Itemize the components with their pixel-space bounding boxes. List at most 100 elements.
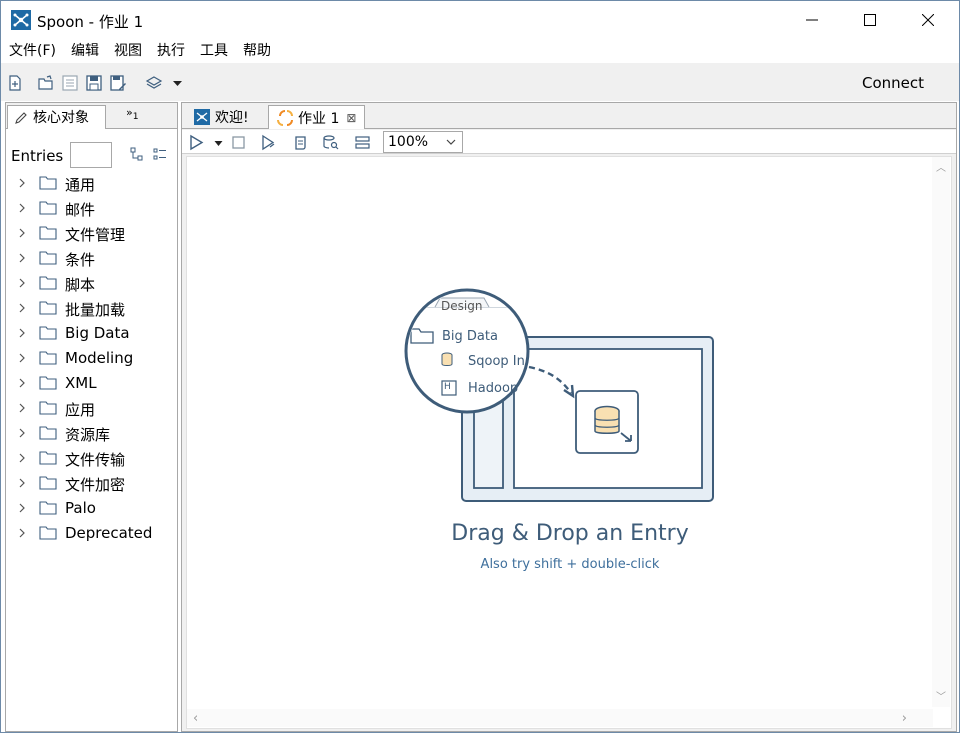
tree-item-xml[interactable]: XML [6,371,177,396]
run-icon[interactable] [188,134,205,151]
stop-icon[interactable] [230,134,247,151]
menu-tools[interactable]: 工具 [192,39,235,63]
left-panel: 核心对象 »1 Entries 通用 邮件 文件管理 条件 脚本 批量加载 Bi… [5,102,178,732]
chevron-right-icon[interactable] [16,377,28,389]
tab-welcome[interactable]: 欢迎! [186,105,257,129]
run-options-dropdown-icon[interactable] [210,134,223,151]
chevron-right-icon[interactable] [16,277,28,289]
tree-item-utility[interactable]: 应用 [6,396,177,421]
illustration-item-1: Sqoop In [468,354,525,369]
tree-item-label: 文件加密 [65,476,126,494]
layers-icon[interactable] [145,74,163,92]
more-tabs-chevron: » [126,106,133,119]
folder-icon [39,201,57,215]
tree-item-big-data[interactable]: Big Data [6,321,177,346]
folder-icon [39,451,57,465]
folder-icon [39,276,57,290]
spoon-window: Spoon - 作业 1 文件(F) 编辑 视图 执行 工具 帮助 Connec… [0,0,960,733]
tree-item-label: Modeling [65,349,134,367]
tree-item-conditions[interactable]: 条件 [6,246,177,271]
new-file-icon[interactable] [6,74,24,92]
spoon-icon [11,10,31,30]
minimize-icon [806,19,818,21]
explore-icon[interactable] [61,74,79,92]
scroll-right-icon[interactable]: › [902,711,907,726]
close-button[interactable] [899,1,957,39]
save-icon[interactable] [85,74,103,92]
entries-search-input[interactable] [70,142,112,168]
tree-item-scripting[interactable]: 脚本 [6,271,177,296]
tree-item-label: Big Data [65,324,130,342]
chevron-right-icon[interactable] [16,352,28,364]
editor-tab-bar: 欢迎! 作业 1 ⊠ [182,103,956,129]
tree-item-repository[interactable]: 资源库 [6,421,177,446]
tree-item-mail[interactable]: 邮件 [6,196,177,221]
tree-item-general[interactable]: 通用 [6,171,177,196]
chevron-right-icon[interactable] [16,327,28,339]
horizontal-scrollbar[interactable]: ‹ › [187,709,933,727]
illustration-design-tab: Design [441,299,483,313]
tree-item-label: 文件传输 [65,451,126,469]
collapse-tree-icon[interactable] [152,146,168,162]
tree-item-label: Deprecated [65,524,153,542]
dropdown-icon[interactable] [169,74,187,92]
chevron-right-icon[interactable] [16,302,28,314]
menu-file[interactable]: 文件(F) [1,39,63,63]
chevron-right-icon[interactable] [16,452,28,464]
job-canvas[interactable]: Design Big Data Sqoop In Hadoop H Drag &… [186,156,952,729]
open-folder-icon[interactable] [37,74,55,92]
chevron-right-icon[interactable] [16,477,28,489]
chevron-right-icon[interactable] [16,502,28,514]
expand-tree-icon[interactable] [129,146,145,162]
entries-tree: 通用 邮件 文件管理 条件 脚本 批量加载 Big Data Modeling … [6,171,177,546]
maximize-button[interactable] [841,1,899,39]
folder-icon [39,226,57,240]
more-tabs-button[interactable]: »1 [126,106,139,122]
scroll-left-icon[interactable]: ‹ [193,711,198,726]
chevron-right-icon[interactable] [16,427,28,439]
menu-help[interactable]: 帮助 [235,39,278,63]
chevron-right-icon[interactable] [16,227,28,239]
menu-view[interactable]: 视图 [106,39,149,63]
close-tab-icon[interactable]: ⊠ [346,111,356,125]
menu-run[interactable]: 执行 [149,39,192,63]
scroll-up-icon[interactable]: ︿ [936,159,946,174]
menu-edit[interactable]: 编辑 [63,39,106,63]
chevron-right-icon[interactable] [16,177,28,189]
zoom-select[interactable]: 100% [383,131,463,153]
scroll-down-icon[interactable]: ﹀ [936,688,946,703]
menu-bar: 文件(F) 编辑 视图 执行 工具 帮助 [1,39,959,63]
tree-item-deprecated[interactable]: Deprecated [6,521,177,546]
tree-item-file-management[interactable]: 文件管理 [6,221,177,246]
align-icon[interactable] [354,134,371,151]
replay-icon[interactable] [260,134,277,151]
hadoop-h-icon: H [444,382,451,392]
tree-item-label: Palo [65,499,96,517]
drag-drop-subtitle: Also try shift + double-click [480,557,660,572]
tree-item-file-encryption[interactable]: 文件加密 [6,471,177,496]
tab-core-objects[interactable]: 核心对象 [7,105,106,129]
tree-item-label: 通用 [65,176,96,194]
chevron-right-icon[interactable] [16,402,28,414]
tree-item-label: 应用 [65,401,96,419]
script-icon[interactable] [292,134,309,151]
chevron-right-icon[interactable] [16,527,28,539]
tree-item-modeling[interactable]: Modeling [6,346,177,371]
save-as-icon[interactable] [109,74,127,92]
tab-job-1[interactable]: 作业 1 ⊠ [268,105,366,129]
folder-icon [39,301,57,315]
tree-item-palo[interactable]: Palo [6,496,177,521]
vertical-scrollbar[interactable]: ︿ ﹀ [932,157,950,707]
entries-row: Entries [6,139,177,169]
connect-button[interactable]: Connect [862,74,924,92]
sql-search-icon[interactable] [322,134,339,151]
close-icon [922,14,934,26]
tree-item-label: XML [65,374,97,392]
tree-item-file-transfer[interactable]: 文件传输 [6,446,177,471]
tree-item-label: 资源库 [65,426,111,444]
tree-item-bulk-loading[interactable]: 批量加载 [6,296,177,321]
chevron-right-icon[interactable] [16,202,28,214]
minimize-button[interactable] [783,1,841,39]
tab-core-objects-label: 核心对象 [33,109,89,126]
chevron-right-icon[interactable] [16,252,28,264]
